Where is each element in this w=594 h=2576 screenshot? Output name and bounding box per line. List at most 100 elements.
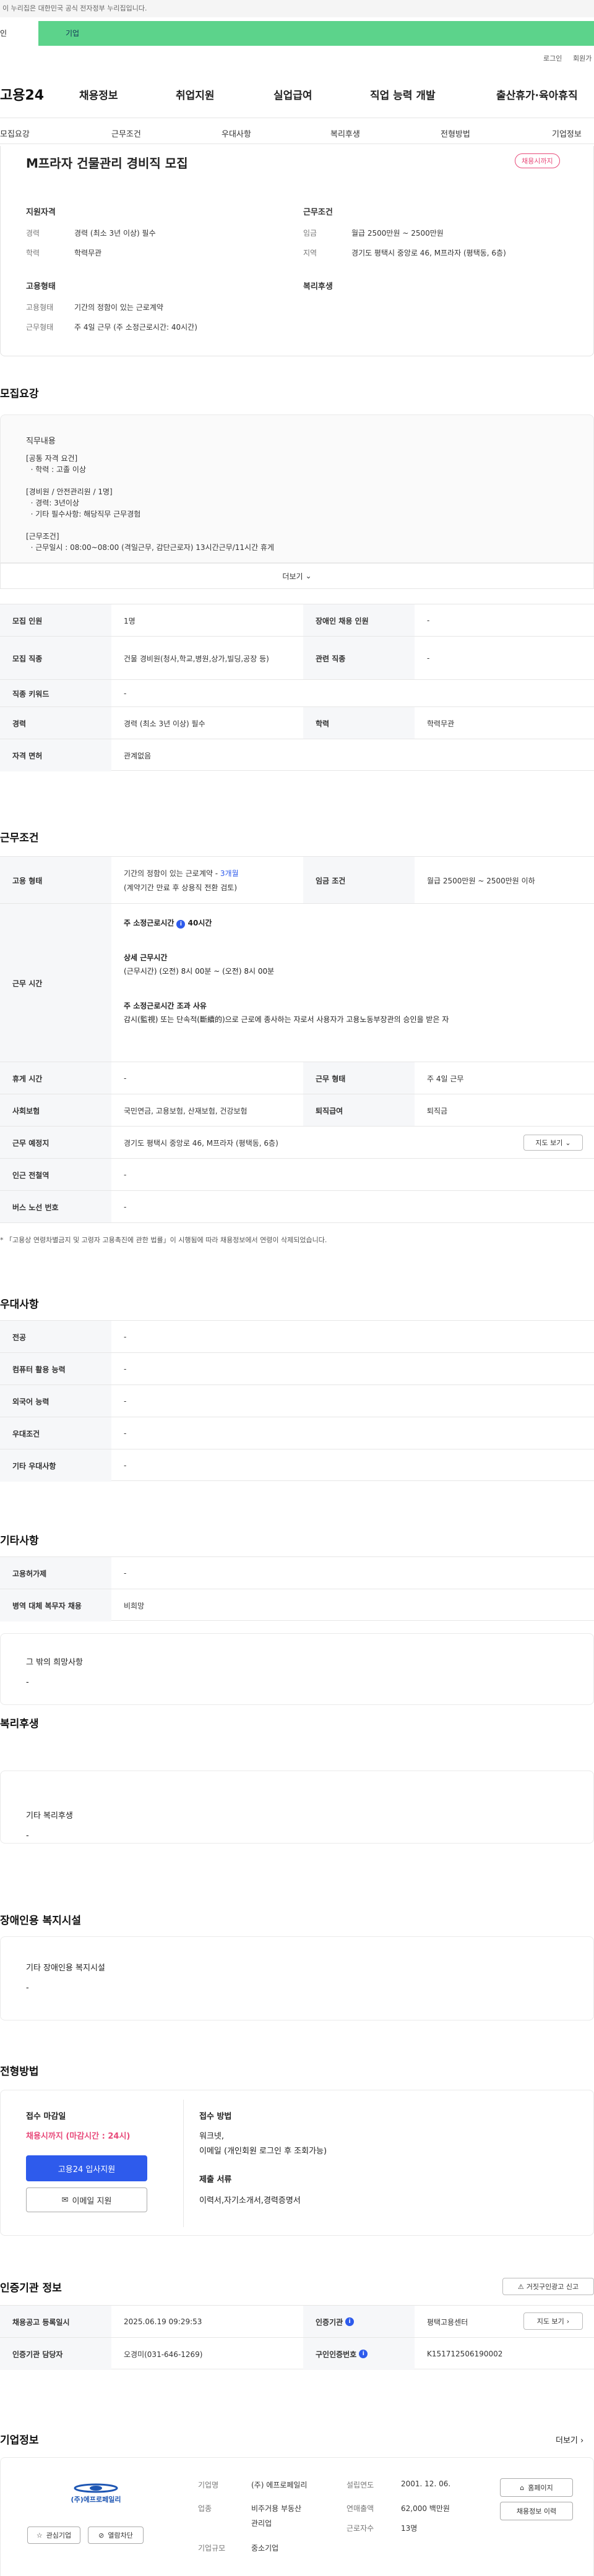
gnb-unemployment[interactable]: 실업급여 — [273, 87, 312, 102]
homepage-button[interactable]: ⌂ 홈페이지 — [500, 2478, 573, 2497]
recruit-rows-th: 장애인 채용 인원 — [303, 604, 415, 637]
hours-weekly-value: 40시간 — [187, 919, 212, 927]
report-button-label: 거짓구인광고 신고 — [526, 2283, 579, 2291]
block-button[interactable]: ⊘ 열람차단 — [88, 2527, 144, 2544]
report-button[interactable]: ⚠ 거짓구인광고 신고 — [502, 2278, 594, 2295]
interest-button[interactable]: ☆ 관심기업 — [27, 2527, 80, 2544]
recruit-rows-td: - — [124, 689, 127, 698]
subnav-preference[interactable]: 우대사항 — [222, 127, 251, 139]
etc-rows-td: - — [124, 1569, 127, 1578]
cert-no-th: 구인인증번호 i — [303, 2338, 415, 2370]
method-label: 접수 방법 — [199, 2112, 232, 2121]
company-size-value: 중소기업 — [251, 2544, 279, 2552]
strip-left[interactable]: 인 — [0, 21, 37, 46]
gnb-employment-support[interactable]: 취업지원 — [176, 87, 215, 102]
pref-rows-td: - — [124, 1365, 127, 1373]
loc-th: 근무 예정지 — [0, 1127, 111, 1159]
info-icon[interactable]: i — [345, 2317, 355, 2326]
home-icon: ⌂ — [520, 2483, 525, 2492]
etc-box-value: - — [26, 1678, 29, 1687]
emp-th: 고용 형태 — [0, 857, 111, 904]
conditions-section-title: 근무조건 — [0, 832, 39, 844]
welfare-section-title: 복리후생 — [0, 1718, 39, 1730]
block-label: 열람차단 — [108, 2531, 133, 2540]
etc-box-title: 그 밖의 희망사항 — [26, 1658, 83, 1667]
site-logo[interactable]: 고용24 — [0, 84, 44, 104]
gnb-leave[interactable]: 출산휴가·육아휴직 — [496, 87, 578, 102]
company-sales-value: 62,000 백만원 — [401, 2504, 450, 2513]
recruit-rows-td: 관계없음 — [124, 751, 152, 760]
info-icon[interactable]: i — [176, 920, 186, 929]
deadline-label: 접수 마감일 — [26, 2112, 66, 2121]
wage-th: 임금 조건 — [303, 857, 415, 904]
mail-icon: ✉ — [61, 2195, 69, 2205]
pref-section-title: 우대사항 — [0, 1299, 39, 1311]
job-description-line: · 학력 : 고졸 이상 — [26, 465, 86, 474]
company-biz-value-2: 관리업 — [251, 2519, 272, 2528]
recruit-rows-td: 1명 — [124, 616, 136, 625]
work-heading: 근무조건 — [303, 208, 333, 217]
star-icon: ☆ — [36, 2531, 43, 2540]
cert-map-button[interactable]: 지도 보기 › — [523, 2312, 583, 2330]
subnav-recruit[interactable]: 모집요강 — [0, 127, 30, 139]
emp-heading: 고용형태 — [26, 282, 56, 291]
job-description-line: [경비원 / 안전관리원 / 1명] — [26, 487, 113, 496]
conditions-rows2-th: 근무 형태 — [303, 1062, 415, 1094]
subnav-process[interactable]: 전형방법 — [441, 127, 470, 139]
hours-over-value: 감시(監視) 또는 단속적(斷續的)으로 근로에 종사하는 자로서 사용자가 고… — [124, 1015, 449, 1024]
hire-history-button[interactable]: 채용정보 이력 — [500, 2502, 573, 2520]
disab-section-title: 장애인용 복지시설 — [0, 1915, 82, 1927]
subnav-conditions[interactable]: 근무조건 — [111, 127, 141, 139]
cert-manager-td: 오경미(031-646-1269) — [124, 2350, 203, 2359]
subnav-welfare[interactable]: 복리후생 — [330, 127, 360, 139]
emp-note: (계약기간 만료 후 상용직 전환 검토) — [124, 883, 237, 892]
apply-button[interactable]: 고용24 입사지원 — [26, 2155, 147, 2181]
more-button[interactable]: 더보기 ⌄ — [0, 563, 594, 589]
etc-rows-th: 병역 대체 복무자 채용 — [0, 1589, 111, 1621]
emp-td: 기간의 정함이 있는 근로계약 - 3개월 (계약기간 만료 후 상용직 전환 … — [111, 857, 303, 904]
conditions-rows2-th: 사회보험 — [0, 1094, 111, 1127]
company-more-link[interactable]: 더보기 › — [556, 2434, 583, 2445]
conditions-rows2-td: - — [124, 1074, 127, 1083]
map-button[interactable]: 지도 보기 ⌄ — [523, 1135, 583, 1151]
recruit-rows-td: - — [427, 616, 430, 625]
subnav-company[interactable]: 기업정보 — [552, 127, 582, 139]
gnb-jobs[interactable]: 채용정보 — [79, 87, 118, 102]
work-wage-label: 임금 — [303, 229, 317, 238]
login-link[interactable]: 로그인 — [543, 53, 562, 63]
recruit-rows-th: 모집 인원 — [0, 604, 111, 637]
disab-box — [0, 1936, 594, 2020]
company-section-title: 기업정보 — [0, 2434, 39, 2447]
info-icon[interactable]: i — [359, 2350, 368, 2358]
hours-th: 근무 시간 — [0, 904, 111, 1062]
join-link[interactable]: 회원가 — [573, 53, 592, 63]
work-region-value: 경기도 평택시 중앙로 46, M프라자 (평택동, 6층) — [351, 249, 506, 257]
recruit.rows-row: 직종 키워드 - — [0, 679, 594, 707]
strip-company-tab[interactable]: 기업 — [38, 21, 594, 46]
work-region-label: 지역 — [303, 249, 317, 257]
job-description-line: [공통 자격 요건] — [26, 454, 78, 463]
gnb-skills[interactable]: 직업 능력 개발 — [370, 87, 436, 102]
qual-career-value: 경력 (최소 3년 이상) 필수 — [74, 229, 156, 238]
recruit-rows-th: 직종 키워드 — [0, 680, 111, 707]
etc-section-title: 기타사항 — [0, 1535, 39, 1547]
company-more-label: 더보기 — [556, 2436, 578, 2445]
conditions.rows2-row: 휴게 시간 - 근무 형태 주 4일 근무 — [0, 1062, 594, 1094]
pref-rows-th: 외국어 능력 — [0, 1385, 111, 1417]
company-sales-label: 연매출액 — [346, 2504, 374, 2513]
homepage-label: 홈페이지 — [528, 2484, 553, 2492]
qual-edu-label: 학력 — [26, 249, 40, 257]
conditions-row-location: 근무 예정지 경기도 평택시 중앙로 46, M프라자 (평택동, 6층) — [0, 1126, 594, 1159]
deadline-value: 채용시까지 (마감시간 : 24시) — [26, 2132, 131, 2141]
pref-rows-th: 우대조건 — [0, 1417, 111, 1449]
pref.rows-row: 우대조건 - — [0, 1417, 594, 1449]
job-description-line — [26, 475, 570, 486]
job-description-title: 직무내용 — [26, 437, 56, 446]
gov-notice-text: 이 누리집은 대한민국 공식 전자정부 누리집입니다. — [2, 4, 147, 12]
cert-map-label: 지도 보기 — [536, 2317, 564, 2325]
email-apply-button[interactable]: ✉ 이메일 지원 — [26, 2187, 147, 2212]
cert-reg-td: 2025.06.19 09:29:53 — [124, 2317, 202, 2326]
disab-box-value: - — [26, 1983, 29, 1993]
gov-notice-bar: 이 누리집은 대한민국 공식 전자정부 누리집입니다. — [0, 0, 594, 17]
hours-weekly: 주 소정근로시간 i 40시간 — [124, 917, 212, 929]
